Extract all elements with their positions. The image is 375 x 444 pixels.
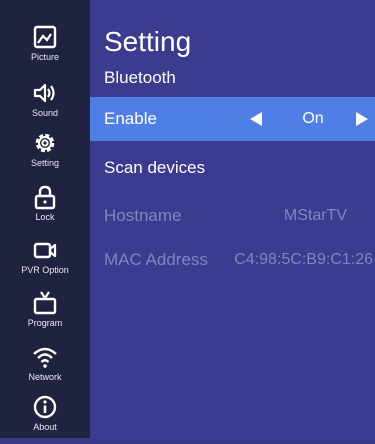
sidebar-item-label: Sound xyxy=(31,108,59,118)
hostname-label: Hostname xyxy=(104,206,182,225)
sidebar-item-setting[interactable]: Setting xyxy=(0,128,90,180)
enable-value: On xyxy=(302,110,324,127)
sidebar-item-label: Picture xyxy=(30,52,59,62)
picture-icon xyxy=(33,25,57,49)
sidebar-item-label: Network xyxy=(28,372,62,382)
sidebar: Picture Sound Setting Lock PVR Option Pr… xyxy=(0,0,90,438)
sidebar-item-label: Program xyxy=(27,318,63,328)
gear-icon xyxy=(35,133,55,153)
info-icon xyxy=(33,395,57,419)
page-title: Setting xyxy=(104,26,192,57)
scan-devices-row[interactable]: Scan devices xyxy=(90,146,375,190)
mac-address-value: C4:98:5C:B9:C1:26 xyxy=(234,251,373,268)
sidebar-item-network[interactable]: Network xyxy=(0,342,90,394)
mac-address-label: MAC Address xyxy=(104,250,208,269)
enable-row[interactable]: Enable On xyxy=(90,97,375,141)
mac-address-row: MAC Address C4:98:5C:B9:C1:26 xyxy=(90,238,375,282)
sidebar-item-label: About xyxy=(33,422,57,432)
hostname-value: MStarTV xyxy=(283,207,347,224)
settings-panel: Setting Bluetooth Enable On Scan devices… xyxy=(90,0,375,438)
sidebar-item-program[interactable]: Program xyxy=(0,288,90,340)
sidebar-item-lock[interactable]: Lock xyxy=(0,182,90,234)
wifi-icon xyxy=(33,347,57,368)
speaker-icon xyxy=(33,83,55,103)
sidebar-item-label: Lock xyxy=(35,212,55,222)
scan-devices-label: Scan devices xyxy=(104,158,206,177)
arrow-left-icon[interactable] xyxy=(250,112,262,126)
enable-label: Enable xyxy=(104,109,157,128)
arrow-right-icon[interactable] xyxy=(356,112,368,126)
sidebar-item-label: PVR Option xyxy=(21,265,69,275)
tv-icon xyxy=(33,291,57,315)
sidebar-item-picture[interactable]: Picture xyxy=(0,22,90,74)
section-title: Bluetooth xyxy=(104,68,176,87)
sidebar-item-label: Setting xyxy=(30,158,60,168)
lock-icon xyxy=(34,185,56,210)
sidebar-item-pvr-option[interactable]: PVR Option xyxy=(0,235,90,287)
camera-icon xyxy=(33,242,57,259)
sidebar-item-sound[interactable]: Sound xyxy=(0,78,90,130)
hostname-row: Hostname MStarTV xyxy=(90,194,375,238)
sidebar-item-about[interactable]: About xyxy=(0,392,90,444)
